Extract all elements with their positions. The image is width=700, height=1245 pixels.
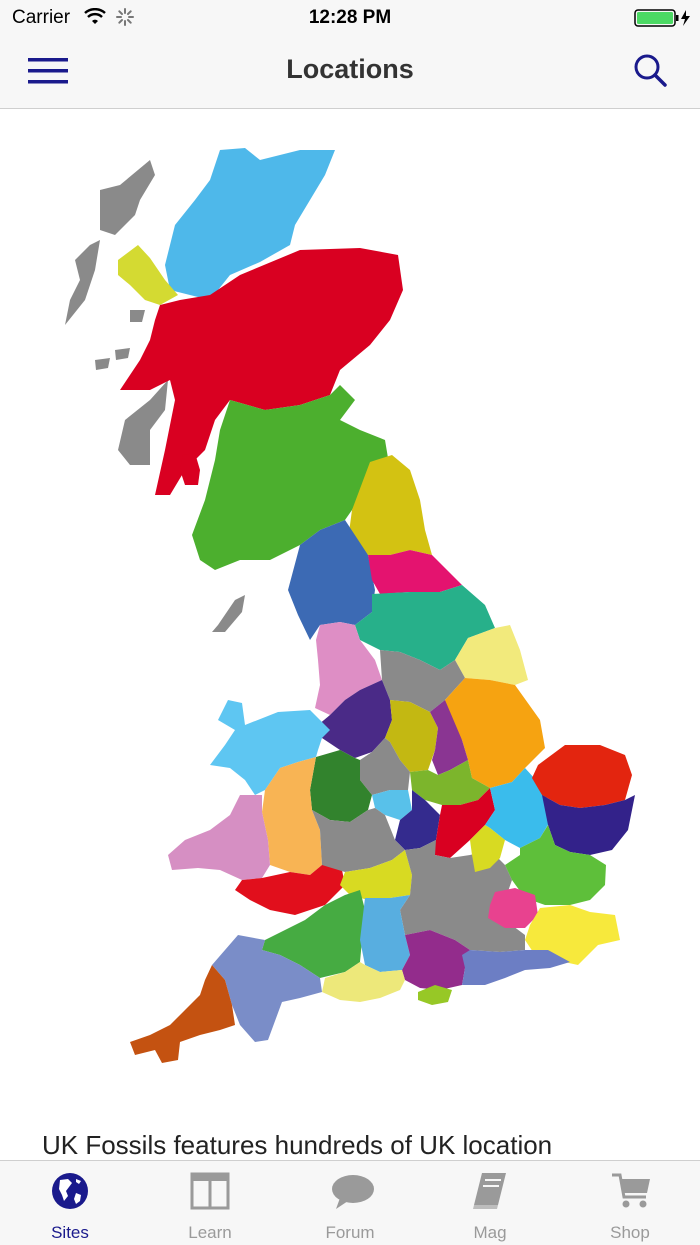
intro-text: UK Fossils features hundreds of UK locat… (42, 1130, 553, 1160)
region-durham[interactable] (368, 550, 462, 594)
island-skye-mull[interactable] (118, 380, 168, 465)
island-outer-hebrides[interactable] (65, 240, 100, 325)
page-title: Locations (286, 54, 414, 84)
tab-forum[interactable]: Forum (280, 1161, 420, 1245)
tab-shop[interactable]: Shop (560, 1161, 700, 1245)
chat-bubble-icon (332, 1175, 374, 1209)
island-isle-of-man[interactable] (212, 595, 245, 632)
region-hertfordshire[interactable] (488, 888, 538, 928)
book-columns-icon (190, 1172, 230, 1210)
island-small-3[interactable] (115, 348, 130, 360)
tab-label-shop: Shop (610, 1223, 650, 1242)
tab-bar: Sites Learn Forum Mag Shop (0, 1160, 700, 1245)
search-icon (634, 54, 667, 87)
tab-label-forum: Forum (325, 1223, 375, 1242)
status-bar: Carrier 12:28 PM (0, 0, 700, 36)
region-sussex-surrey[interactable] (462, 950, 570, 985)
tab-learn[interactable]: Learn (140, 1161, 280, 1245)
shopping-cart-icon (612, 1173, 650, 1208)
battery-icon (634, 8, 692, 33)
status-time: 12:28 PM (308, 7, 392, 28)
tab-sites[interactable]: Sites (0, 1161, 140, 1245)
region-west-wales[interactable] (168, 795, 270, 880)
tab-label-sites: Sites (51, 1223, 89, 1242)
island-small-2[interactable] (95, 358, 110, 370)
region-cornwall[interactable] (130, 965, 235, 1063)
tab-label-learn: Learn (188, 1223, 232, 1242)
uk-map (60, 140, 650, 1080)
island-small-1[interactable] (130, 310, 145, 322)
search-button[interactable] (626, 48, 674, 94)
tab-label-mag: Mag (473, 1223, 507, 1242)
island-orkney[interactable] (100, 160, 155, 235)
tab-mag[interactable]: Mag (420, 1161, 560, 1245)
globe-icon (52, 1173, 88, 1209)
navigation-bar: Locations (0, 36, 700, 109)
magazine-icon (473, 1173, 506, 1209)
